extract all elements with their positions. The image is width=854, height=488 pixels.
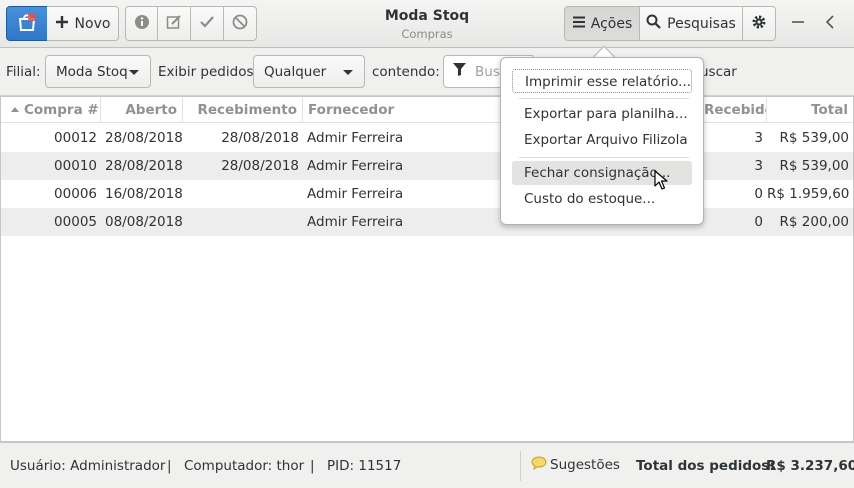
caret-down-icon — [129, 70, 139, 75]
status-combo[interactable]: Qualquer — [253, 55, 365, 88]
cell-total: R$ 200,00 — [779, 214, 850, 230]
status-separator: | — [167, 458, 172, 474]
cell-received: 3 — [754, 158, 763, 174]
cell-received-date: 28/08/2018 — [221, 130, 299, 146]
window-title: Moda Stoq Compras — [340, 8, 514, 41]
searches-button-label: Pesquisas — [667, 15, 736, 32]
cell-total: R$ 539,00 — [779, 130, 850, 146]
menu-item-export-spreadsheet[interactable]: Exportar para planilha... — [512, 102, 692, 126]
info-button[interactable] — [125, 6, 158, 41]
purchases-table: Compra # Aberto Recebimento Fornecedor R… — [0, 96, 854, 442]
info-icon — [134, 14, 150, 34]
orders-total-label: Total dos pedidos: — [636, 458, 775, 474]
cell-received-date — [183, 208, 299, 236]
cell-opened: 16/08/2018 — [105, 186, 183, 202]
cell-supplier: Admir Ferreira — [307, 158, 404, 174]
menu-item-export-filizola[interactable]: Exportar Arquivo Filizola — [512, 128, 692, 152]
cell-received-date — [183, 180, 299, 208]
table-row[interactable]: 00006 16/08/2018 Admir Ferreira 0 R$ 1.9… — [1, 180, 853, 208]
actions-button[interactable]: Ações — [564, 6, 640, 41]
check-icon — [199, 14, 215, 34]
cell-opened: 28/08/2018 — [105, 130, 183, 146]
app-title: Moda Stoq — [384, 8, 470, 24]
table-row[interactable]: 00012 28/08/2018 28/08/2018 Admir Ferrei… — [1, 124, 853, 152]
contains-label: contendo: — [372, 64, 440, 80]
cell-total: R$ 539,00 — [779, 158, 850, 174]
filter-bar: Filial: Moda Stoq Exibir pedidos Qualque… — [0, 48, 854, 96]
edit-button[interactable] — [158, 6, 191, 41]
app-subtitle: Compras — [401, 27, 453, 41]
column-header-number-label: Compra # — [24, 102, 99, 118]
status-divider — [520, 451, 521, 481]
cell-received-date: 28/08/2018 — [221, 158, 299, 174]
back-button[interactable] — [815, 6, 845, 41]
minimize-icon — [791, 15, 805, 33]
actions-button-label: Ações — [590, 15, 633, 32]
new-button[interactable]: Novo — [47, 6, 119, 41]
cancel-icon — [232, 14, 248, 34]
search-button-label[interactable]: uscar — [700, 64, 737, 80]
column-header-opened[interactable]: Aberto — [101, 97, 183, 123]
cell-number: 00005 — [54, 214, 97, 230]
table-row[interactable]: 00005 08/08/2018 Admir Ferreira 0 R$ 200… — [1, 208, 853, 236]
filter-icon — [452, 62, 467, 81]
cell-total: R$ 1.959,60 — [767, 186, 850, 202]
header-bar: Novo Moda Stoq Compras Ações Pesquisas — [0, 0, 854, 48]
show-orders-label: Exibir pedidos — [158, 64, 254, 80]
app-menu-button[interactable] — [6, 6, 48, 41]
chat-bubble-icon — [531, 456, 547, 474]
gear-icon — [751, 14, 767, 34]
column-header-received[interactable]: Recebido — [699, 97, 767, 123]
confirm-button[interactable] — [191, 6, 224, 41]
cell-opened: 08/08/2018 — [105, 214, 183, 230]
menu-separator — [519, 98, 689, 99]
branch-combo[interactable]: Moda Stoq — [45, 55, 151, 88]
sort-up-icon — [11, 107, 19, 112]
status-combo-value: Qualquer — [264, 63, 327, 80]
cell-number: 00006 — [54, 186, 97, 202]
orders-total-value: R$ 3.237,60 — [766, 458, 854, 474]
plus-icon — [55, 15, 69, 33]
minimize-button[interactable] — [783, 6, 813, 41]
settings-button[interactable] — [743, 6, 776, 41]
status-user: Usuário: Administrador — [10, 458, 166, 474]
cell-opened: 28/08/2018 — [105, 158, 183, 174]
cell-supplier: Admir Ferreira — [307, 214, 404, 230]
menu-separator — [519, 157, 689, 158]
cell-supplier: Admir Ferreira — [307, 130, 404, 146]
search-icon — [646, 14, 661, 33]
suggestions-label: Sugestões — [550, 457, 620, 473]
searches-button[interactable]: Pesquisas — [640, 6, 743, 41]
cancel-button[interactable] — [224, 6, 257, 41]
new-button-label: Novo — [74, 15, 111, 32]
cell-number: 00012 — [54, 130, 97, 146]
branch-label: Filial: — [6, 64, 41, 80]
menu-item-print-report[interactable]: Imprimir esse relatório... — [512, 69, 692, 93]
search-placeholder: Bus — [475, 63, 500, 80]
edit-icon — [166, 14, 182, 34]
cell-received: 3 — [754, 130, 763, 146]
table-header: Compra # Aberto Recebimento Fornecedor R… — [1, 97, 853, 123]
column-header-total[interactable]: Total — [767, 97, 853, 123]
cell-number: 00010 — [54, 158, 97, 174]
status-pid: PID: 11517 — [327, 458, 402, 474]
column-header-number[interactable]: Compra # — [1, 97, 101, 123]
suggestions-button[interactable]: Sugestões — [531, 456, 620, 474]
caret-down-icon — [343, 70, 353, 75]
branch-combo-value: Moda Stoq — [56, 63, 128, 80]
cell-received: 0 — [754, 186, 763, 202]
cell-supplier: Admir Ferreira — [307, 186, 404, 202]
status-computer: Computador: thor — [184, 458, 305, 474]
hamburger-icon — [572, 15, 586, 33]
mouse-pointer-icon — [654, 170, 668, 194]
actions-popover: Imprimir esse relatório... Exportar para… — [500, 57, 704, 225]
shopping-bag-icon — [16, 11, 38, 37]
table-row[interactable]: 00010 28/08/2018 28/08/2018 Admir Ferrei… — [1, 152, 853, 180]
status-bar: Usuário: Administrador | Computador: tho… — [0, 442, 854, 488]
cell-received: 0 — [754, 214, 763, 230]
status-separator: | — [310, 458, 315, 474]
column-header-received-date[interactable]: Recebimento — [183, 97, 303, 123]
chevron-left-icon — [823, 14, 837, 33]
